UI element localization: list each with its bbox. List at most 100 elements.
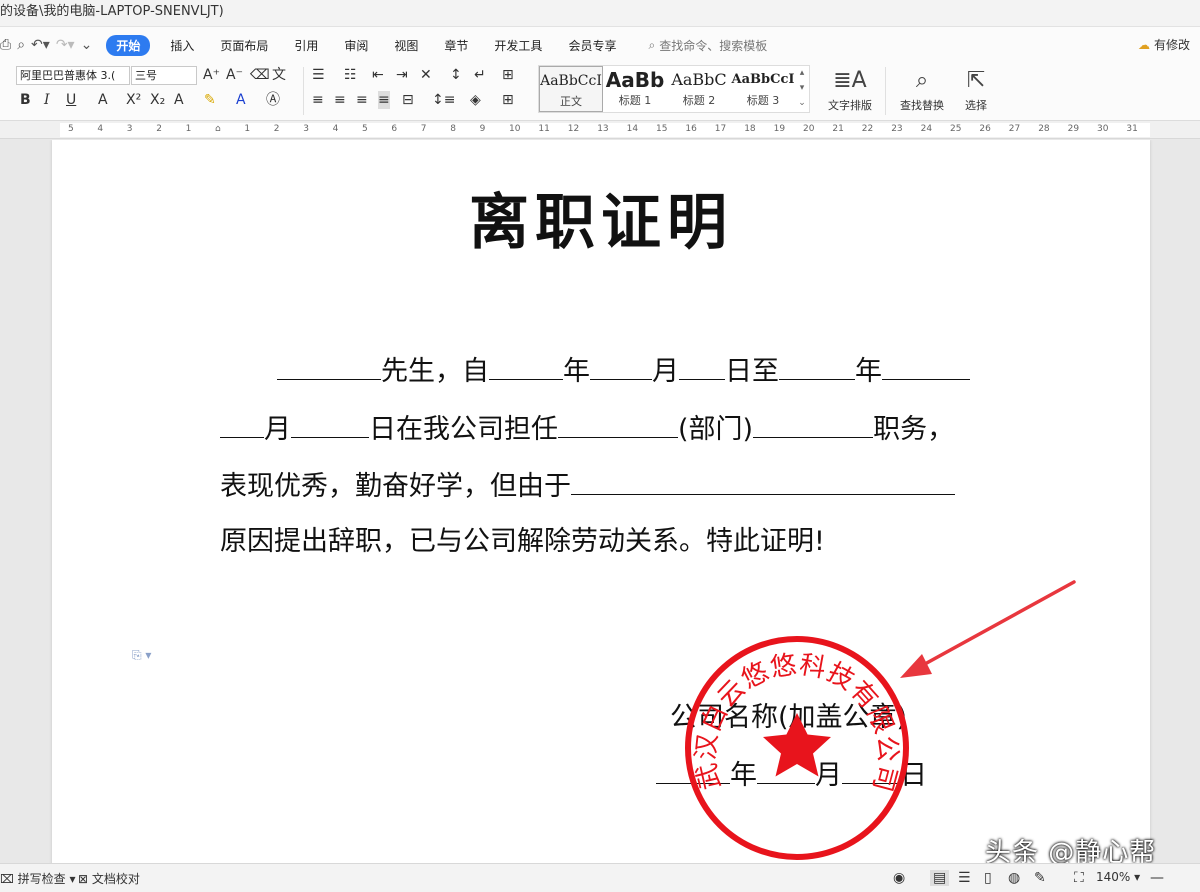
- paste-options-icon[interactable]: ⎘ ▾: [132, 648, 151, 663]
- ruler-tick: 1: [185, 124, 192, 134]
- tab-page-layout[interactable]: 页面布局: [214, 35, 274, 56]
- align-left-icon[interactable]: ≡: [312, 91, 324, 109]
- style-heading-3-label: 标题 3: [746, 94, 780, 107]
- char-border-icon[interactable]: Ⓐ: [266, 91, 280, 109]
- style-heading-3[interactable]: AaBbCcI 标题 3: [731, 66, 795, 112]
- tab-member[interactable]: 会员专享: [562, 35, 622, 56]
- text-layout-label: 文字排版: [828, 99, 872, 112]
- distributed-icon[interactable]: ⊟: [402, 91, 414, 109]
- bold-icon[interactable]: B: [20, 91, 31, 109]
- clear-format-icon[interactable]: ⌫: [250, 66, 270, 84]
- ruler-tick: 2: [273, 124, 280, 134]
- command-search[interactable]: ⌕ 查找命令、搜索模板: [648, 37, 767, 54]
- style-heading-1[interactable]: AaBb 标题 1: [603, 66, 667, 112]
- tab-view[interactable]: 视图: [388, 35, 424, 56]
- text-effect-icon[interactable]: A: [174, 91, 184, 109]
- grow-font-icon[interactable]: A⁺: [203, 66, 220, 84]
- text-seg: 先生，自: [381, 356, 489, 387]
- tab-developer[interactable]: 开发工具: [488, 35, 548, 56]
- borders-icon[interactable]: ⊞: [502, 91, 514, 109]
- seal-star-icon: [763, 713, 831, 777]
- style-heading-2[interactable]: AaBbC 标题 2: [667, 66, 731, 112]
- write-mode-icon[interactable]: ✎: [1034, 870, 1046, 886]
- text-layout-icon: ≣A: [833, 68, 867, 93]
- paragraph-line-2: 月 日在我公司担任 (部门) 职务，: [220, 410, 954, 447]
- spell-check-button[interactable]: ⌧ 拼写检查 ▾: [0, 870, 76, 887]
- undo-icon[interactable]: ↶▾: [31, 37, 50, 53]
- blank-year: [489, 352, 563, 380]
- tab-references[interactable]: 引用: [288, 35, 324, 56]
- redo-icon[interactable]: ↷▾: [56, 37, 75, 53]
- blank-month: [220, 410, 264, 438]
- superscript-icon[interactable]: X²: [126, 91, 141, 109]
- ruler-tick: 6: [391, 124, 398, 134]
- highlight-icon[interactable]: ✎: [204, 91, 216, 109]
- italic-icon[interactable]: I: [44, 91, 50, 109]
- increase-indent-icon[interactable]: ⇥: [396, 66, 408, 84]
- decrease-indent-icon[interactable]: ⇤: [372, 66, 384, 84]
- tab-insert[interactable]: 插入: [164, 35, 200, 56]
- ruler-tick: 25: [950, 124, 962, 134]
- company-seal-stamp: 武汉白云悠悠科技有限公司: [685, 636, 909, 860]
- print-icon[interactable]: ⎙: [0, 37, 11, 53]
- ruler-tick: 31: [1126, 124, 1138, 134]
- ruler-tick: 19: [773, 124, 786, 134]
- sort-icon[interactable]: ↕: [450, 66, 462, 84]
- align-right-icon[interactable]: ≡: [356, 91, 368, 109]
- more-icon[interactable]: ⌄: [81, 37, 93, 53]
- zoom-out-icon[interactable]: —: [1150, 870, 1164, 886]
- justify-icon[interactable]: ≡: [378, 91, 390, 109]
- style-gallery-scroll[interactable]: ▴ ▾ ⌄: [795, 66, 809, 112]
- proofread-button[interactable]: ⊠ 文档校对: [78, 870, 140, 887]
- subscript-icon[interactable]: X₂: [150, 91, 165, 109]
- modified-status[interactable]: ☁ 有修改: [1138, 36, 1190, 53]
- ruler-tick: 1: [244, 124, 251, 134]
- select-button[interactable]: ⇱ 选择: [946, 65, 1006, 113]
- tab-section[interactable]: 章节: [438, 35, 474, 56]
- red-arrow-annotation: [900, 580, 1076, 678]
- underline-icon[interactable]: U: [66, 91, 76, 109]
- font-name-select[interactable]: 阿里巴巴普惠体 3.(: [16, 66, 130, 85]
- number-list-icon[interactable]: ☷: [344, 66, 357, 84]
- style-normal-sample: AaBbCcI: [540, 73, 602, 89]
- style-normal[interactable]: AaBbCcI 正文: [539, 66, 603, 112]
- ruler-track: 5 4 3 2 1 ⌂ 1 2 3 4 5 6 7 8 9 10 11 12 13 14 15 16 17 18 19 20 21 2…: [60, 123, 1150, 137]
- text-seg: 职务，: [873, 414, 955, 445]
- show-marks-icon[interactable]: ↵: [474, 66, 486, 84]
- align-center-icon[interactable]: ≡: [334, 91, 346, 109]
- bullet-list-icon[interactable]: ☰: [312, 66, 325, 84]
- proofread-icon: ⊠: [78, 872, 89, 886]
- shrink-font-icon[interactable]: A⁻: [226, 66, 243, 84]
- ruler-tick: 18: [744, 124, 756, 134]
- eye-protection-icon[interactable]: ◉: [893, 870, 905, 886]
- ruler-tick: 21: [832, 124, 844, 134]
- web-view-icon[interactable]: ◍: [1008, 870, 1020, 886]
- ruler-tick: 22: [861, 124, 874, 134]
- tab-review[interactable]: 审阅: [338, 35, 374, 56]
- strikethrough-icon[interactable]: A: [98, 91, 108, 109]
- outline-view-icon[interactable]: ☰: [958, 870, 971, 886]
- ruler-tick: 4: [97, 124, 104, 134]
- document-canvas[interactable]: 离职证明 先生，自年月日至年 月日在我公司担任 (部门) 职务， 表现优秀，勤奋好学…: [0, 140, 1200, 863]
- shading-icon[interactable]: ◈: [470, 91, 481, 109]
- paragraph-line-3: 表现优秀，勤奋好学，但由于: [220, 467, 955, 504]
- document-page[interactable]: 离职证明 先生，自年月日至年 月日在我公司担任 (部门) 职务， 表现优秀，勤奋好学…: [52, 140, 1150, 863]
- find-replace-button[interactable]: ⌕ 查找替换: [892, 65, 952, 113]
- font-size-select[interactable]: 三号: [131, 66, 197, 85]
- ruler-tick: ⌂: [215, 124, 221, 134]
- page-view-icon[interactable]: ▤: [930, 870, 950, 886]
- line-spacing-icon[interactable]: ↕≡: [432, 91, 455, 109]
- horizontal-ruler[interactable]: 5 4 3 2 1 ⌂ 1 2 3 4 5 6 7 8 9 10 11 12 13 14 15 16 17 18 19 20 21 2…: [0, 121, 1200, 139]
- chinese-layout-icon[interactable]: ✕: [420, 66, 432, 84]
- fit-page-icon[interactable]: ⛶: [1074, 870, 1084, 886]
- phonetic-icon[interactable]: 文: [272, 66, 286, 84]
- print-preview-icon[interactable]: ⌕: [17, 37, 25, 53]
- tab-stops-icon[interactable]: ⊞: [502, 66, 514, 84]
- font-color-icon[interactable]: A: [236, 91, 246, 109]
- zoom-level[interactable]: 140% ▾: [1096, 870, 1140, 884]
- reading-view-icon[interactable]: ▯: [984, 870, 992, 886]
- tab-home[interactable]: 开始: [106, 34, 151, 56]
- ruler-tick: 17: [714, 124, 727, 134]
- style-normal-label: 正文: [560, 95, 582, 108]
- text-layout-button[interactable]: ≣A 文字排版: [820, 65, 880, 113]
